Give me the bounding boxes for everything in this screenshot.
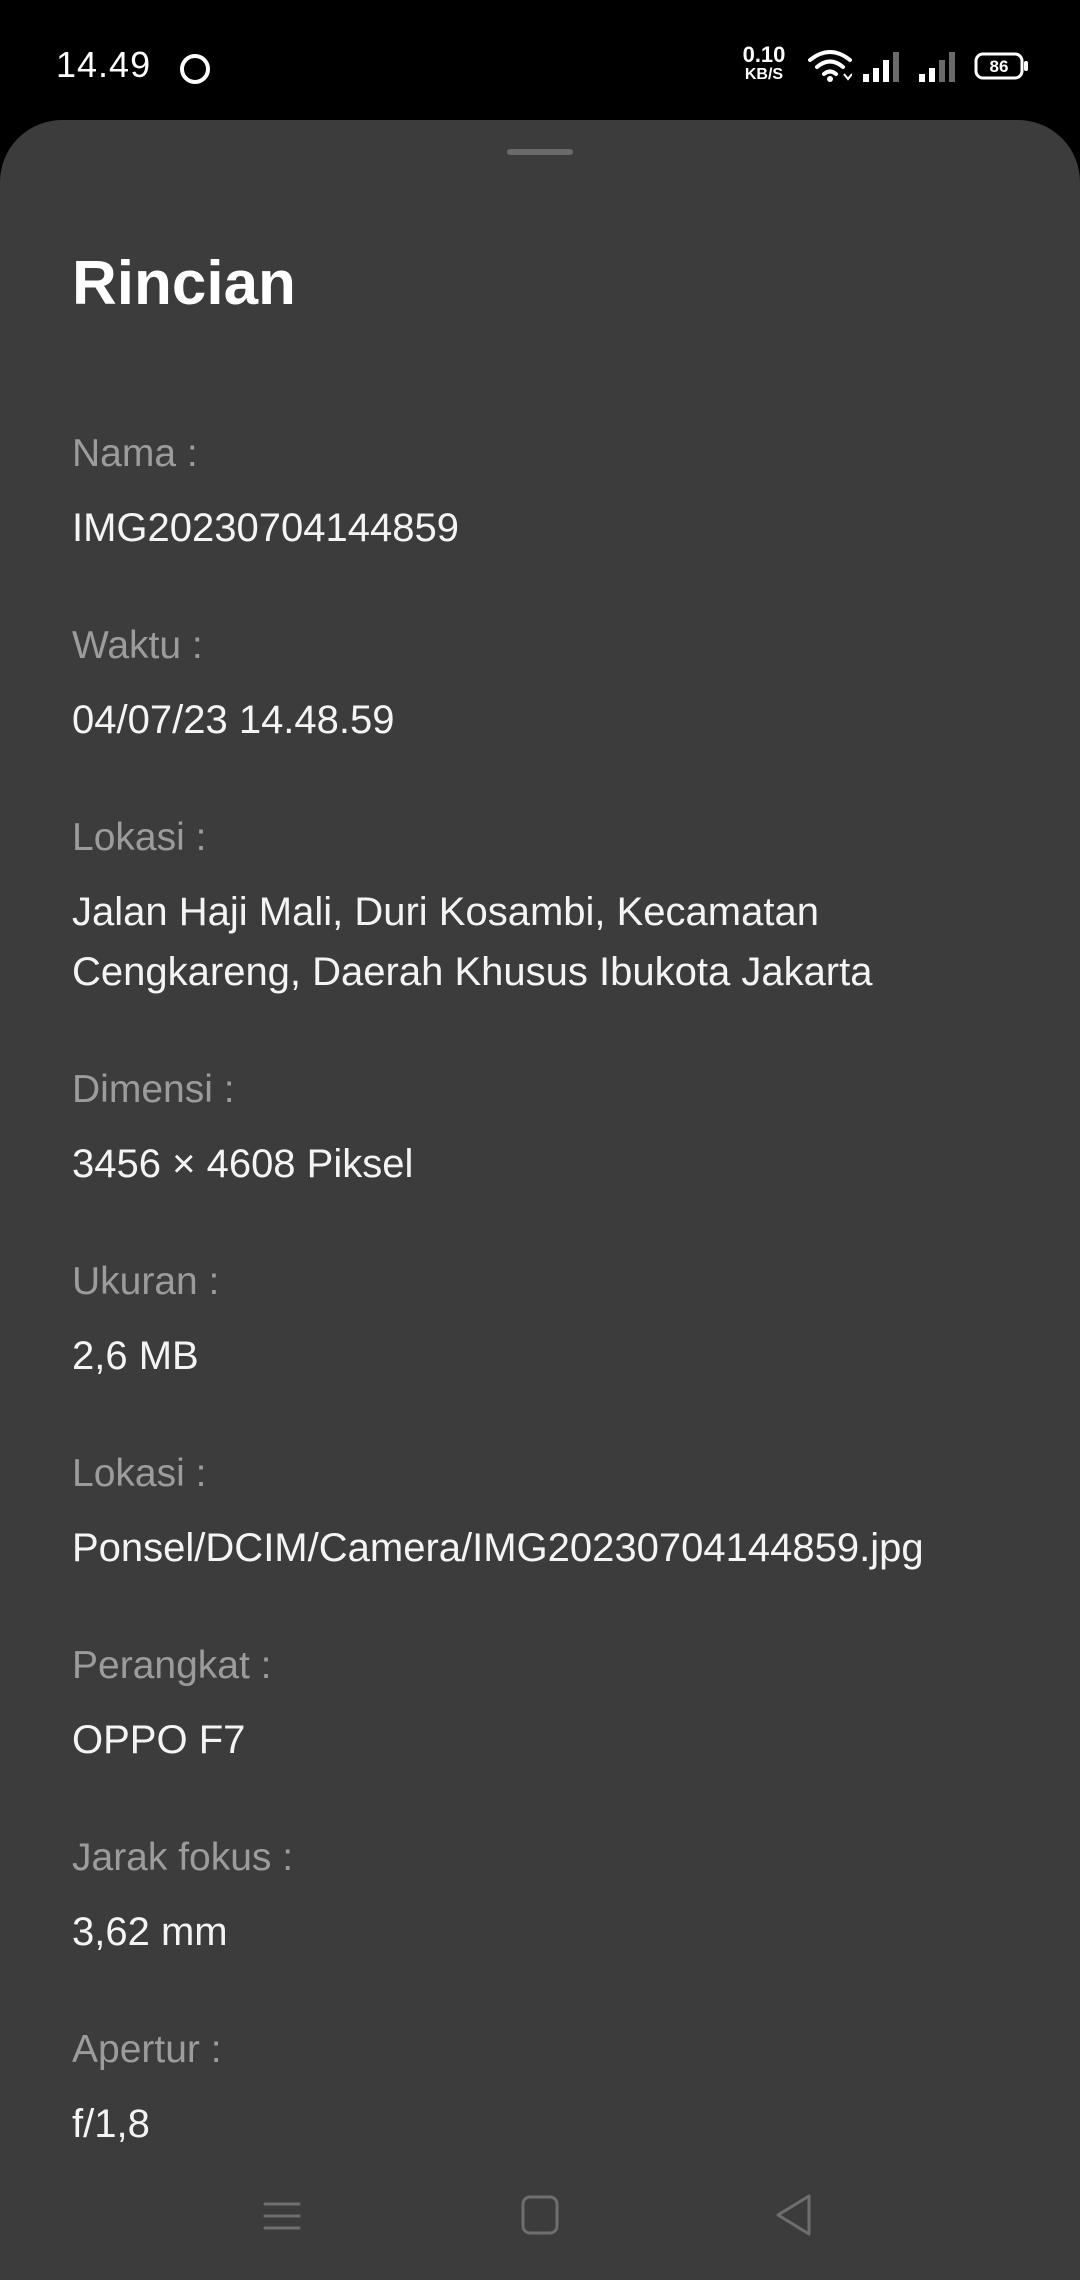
detail-label: Jarak fokus : xyxy=(72,1836,294,1879)
detail-value: 2,6 MB xyxy=(72,1334,199,1378)
detail-row-time: Waktu : 04/07/23 14.48.59 xyxy=(72,622,1032,814)
detail-label: Lokasi : xyxy=(72,816,207,859)
detail-label: Perangkat : xyxy=(72,1644,272,1687)
status-time: 14.49 xyxy=(56,44,152,85)
detail-value: Jalan Haji Mali, Duri Kosambi, Kecamatan… xyxy=(72,882,1032,1002)
detail-value: IMG20230704144859 xyxy=(72,506,459,550)
detail-row-name: Nama : IMG20230704144859 xyxy=(72,430,1032,622)
page-title: Rincian xyxy=(72,249,296,318)
details-sheet: Rincian Nama : IMG20230704144859 Waktu :… xyxy=(0,120,1080,2280)
menu-icon[interactable] xyxy=(262,2196,302,2241)
detail-row-dimension: Dimensi : 3456 × 4608 Piksel xyxy=(72,1066,1032,1258)
status-bar: 14.49 0.10 KB/S 86 xyxy=(0,0,1080,120)
detail-value-line: Cengkareng, Daerah Khusus Ibukota Jakart… xyxy=(72,950,873,994)
wifi-icon xyxy=(808,48,853,87)
detail-row-size: Ukuran : 2,6 MB xyxy=(72,1258,1032,1450)
battery-icon: 86 xyxy=(974,52,1030,85)
notification-circle-icon xyxy=(180,54,210,84)
back-icon[interactable] xyxy=(774,2192,814,2243)
detail-value: Ponsel/DCIM/Camera/IMG20230704144859.jpg xyxy=(72,1526,924,1570)
detail-row-path: Lokasi : Ponsel/DCIM/Camera/IMG202307041… xyxy=(72,1450,1032,1642)
network-speed-value: 0.10 xyxy=(742,42,786,67)
detail-row-location: Lokasi : Jalan Haji Mali, Duri Kosambi, … xyxy=(72,814,1032,1066)
detail-value-line: Jalan Haji Mali, Duri Kosambi, Kecamatan xyxy=(72,890,819,934)
detail-label: Waktu : xyxy=(72,624,203,667)
signal-icon xyxy=(862,50,902,87)
detail-label: Nama : xyxy=(72,432,198,475)
detail-value: 3,62 mm xyxy=(72,1910,228,1954)
detail-value: 04/07/23 14.48.59 xyxy=(72,698,395,742)
detail-value: OPPO F7 xyxy=(72,1718,246,1762)
detail-value: 3456 × 4608 Piksel xyxy=(72,1142,414,1186)
detail-row-device: Perangkat : OPPO F7 xyxy=(72,1642,1032,1834)
details-list: Nama : IMG20230704144859 Waktu : 04/07/2… xyxy=(72,430,1032,2218)
network-speed-unit: KB/S xyxy=(744,66,784,83)
home-icon[interactable] xyxy=(520,2194,560,2241)
navigation-bar xyxy=(0,2160,1080,2280)
signal-icon xyxy=(918,50,958,87)
detail-label: Dimensi : xyxy=(72,1068,235,1111)
battery-level: 86 xyxy=(990,57,1009,76)
detail-label: Ukuran : xyxy=(72,1260,220,1303)
detail-row-focal-length: Jarak fokus : 3,62 mm xyxy=(72,1834,1032,2026)
drag-handle[interactable] xyxy=(507,149,573,155)
detail-label: Lokasi : xyxy=(72,1452,207,1495)
detail-label: Apertur : xyxy=(72,2028,222,2071)
detail-value: f/1,8 xyxy=(72,2102,150,2146)
network-speed: 0.10 KB/S xyxy=(734,44,794,83)
